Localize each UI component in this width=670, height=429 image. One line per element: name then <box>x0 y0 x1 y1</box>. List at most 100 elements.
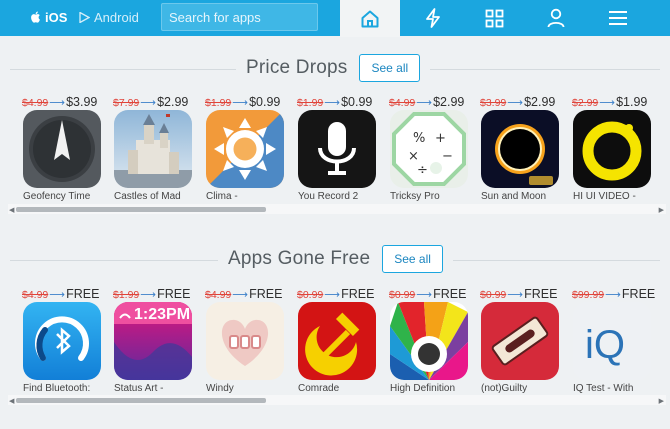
math-operators-icon[interactable]: % + × − ÷ <box>390 110 468 188</box>
old-price: $0.99 <box>297 289 324 301</box>
app-name[interactable]: Clima - <box>206 191 290 201</box>
arrow-right-icon: ⟶ <box>416 97 433 109</box>
yellow-ring-icon[interactable] <box>573 110 651 188</box>
scroll-right-icon[interactable]: ▶ <box>659 206 664 214</box>
arrow-right-icon: ⟶ <box>507 289 524 301</box>
razor-blade-icon[interactable] <box>481 302 559 380</box>
android-label: Android <box>94 9 139 25</box>
arrow-right-icon: ⟶ <box>49 97 66 109</box>
price-change: $99.99⟶FREE <box>572 287 670 301</box>
arrow-right-icon: ⟶ <box>605 289 621 301</box>
new-price: $2.99 <box>433 95 465 109</box>
windy-heart-icon[interactable] <box>206 302 284 380</box>
old-price: $1.99 <box>113 289 140 301</box>
price-change: $0.99⟶FREE <box>389 287 489 301</box>
scroll-thumb[interactable] <box>16 398 266 403</box>
color-fan-icon[interactable] <box>390 302 468 380</box>
new-price: $0.99 <box>341 95 373 109</box>
old-price: $4.99 <box>389 97 416 109</box>
scroll-thumb[interactable] <box>16 207 266 212</box>
svg-text:×: × <box>408 149 419 164</box>
top-bar: iOS Android <box>0 0 670 37</box>
section-title-group: Price Drops See all <box>236 53 431 83</box>
arrow-right-icon: ⟶ <box>324 97 341 109</box>
old-price: $1.99 <box>205 97 232 109</box>
arrow-right-icon: ⟶ <box>232 289 249 301</box>
price-change: $0.99⟶FREE <box>297 287 397 301</box>
app-name[interactable]: Sun and Moon <box>481 191 565 201</box>
arrow-right-icon: ⟶ <box>599 97 616 109</box>
app-name[interactable]: Tricksy Pro <box>390 191 474 201</box>
new-price: FREE <box>341 287 375 301</box>
nav-categories[interactable] <box>464 0 524 36</box>
android-platform-link[interactable]: Android <box>79 9 139 25</box>
app-name[interactable]: You Record 2 <box>298 191 382 201</box>
app-name[interactable]: High Definition <box>390 383 474 393</box>
price-change: $1.99⟶FREE <box>113 287 213 301</box>
scroll-right-icon[interactable]: ▶ <box>659 397 664 405</box>
scroll-left-icon[interactable]: ◀ <box>9 397 14 405</box>
horizontal-scrollbar[interactable]: ◀ ▶ <box>8 204 666 214</box>
status-time-text: 1:23PM <box>134 306 190 323</box>
app-name[interactable]: Find Bluetooth: <box>23 383 107 393</box>
hammer-sickle-icon[interactable] <box>298 302 376 380</box>
svg-text:+: + <box>435 131 446 146</box>
old-price: $99.99 <box>572 289 605 301</box>
new-price: $3.99 <box>66 95 98 109</box>
ios-platform-link[interactable]: iOS <box>30 9 67 25</box>
compass-icon[interactable] <box>23 110 101 188</box>
svg-text:−: − <box>442 149 453 164</box>
old-price: $1.99 <box>297 97 324 109</box>
new-price: FREE <box>66 287 100 301</box>
castle-icon[interactable] <box>114 110 192 188</box>
nav-trending[interactable] <box>403 0 463 36</box>
status-bar-icon[interactable]: 1:23PM <box>114 302 192 380</box>
price-change: $4.99⟶$3.99 <box>22 95 122 109</box>
app-name[interactable]: HI UI VIDEO - <box>573 191 657 201</box>
play-store-icon <box>79 11 90 23</box>
home-icon <box>361 10 379 27</box>
microphone-icon[interactable] <box>298 110 376 188</box>
arrow-right-icon: ⟶ <box>416 289 433 301</box>
price-change: $7.99⟶$2.99 <box>113 95 213 109</box>
bluetooth-gauge-icon[interactable] <box>23 302 101 380</box>
ios-label: iOS <box>45 9 68 25</box>
bolt-icon <box>426 8 440 28</box>
price-change: $3.99⟶$2.99 <box>480 95 580 109</box>
new-price: $0.99 <box>249 95 281 109</box>
grid-icon <box>485 9 503 27</box>
section-title: Price Drops <box>246 57 348 78</box>
old-price: $4.99 <box>22 97 49 109</box>
horizontal-scrollbar[interactable]: ◀ ▶ <box>8 395 666 405</box>
new-price: FREE <box>524 287 558 301</box>
nav-account[interactable] <box>526 0 586 36</box>
app-name[interactable]: IQ Test - With <box>573 383 657 393</box>
app-name[interactable]: Castles of Mad <box>114 191 198 201</box>
section-title: Apps Gone Free <box>228 248 371 269</box>
app-name[interactable]: Comrade <box>298 383 382 393</box>
new-price: FREE <box>157 287 191 301</box>
eclipse-icon[interactable] <box>481 110 559 188</box>
arrow-right-icon: ⟶ <box>49 289 66 301</box>
old-price: $0.99 <box>389 289 416 301</box>
menu-icon <box>609 11 627 25</box>
new-price: FREE <box>433 287 467 301</box>
app-name[interactable]: (not)Guilty <box>481 383 565 393</box>
nav-menu[interactable] <box>588 0 648 36</box>
svg-text:%: % <box>413 131 425 146</box>
section-header: Apps Gone Free See all <box>10 244 660 274</box>
app-name[interactable]: Windy <box>206 383 290 393</box>
sun-clock-icon[interactable] <box>206 110 284 188</box>
see-all-button[interactable]: See all <box>382 245 443 273</box>
iq-logo-text: iQ <box>585 323 625 367</box>
section-title-group: Apps Gone Free See all <box>218 244 453 274</box>
app-name[interactable]: Geofency Time <box>23 191 107 201</box>
see-all-button[interactable]: See all <box>359 54 421 82</box>
search-input[interactable] <box>161 3 318 31</box>
app-name[interactable]: Status Art - <box>114 383 198 393</box>
nav-home[interactable] <box>340 0 400 37</box>
iq-icon[interactable]: iQ <box>573 302 651 380</box>
price-change: $1.99⟶$0.99 <box>205 95 305 109</box>
arrow-right-icon: ⟶ <box>232 97 249 109</box>
scroll-left-icon[interactable]: ◀ <box>9 206 14 214</box>
